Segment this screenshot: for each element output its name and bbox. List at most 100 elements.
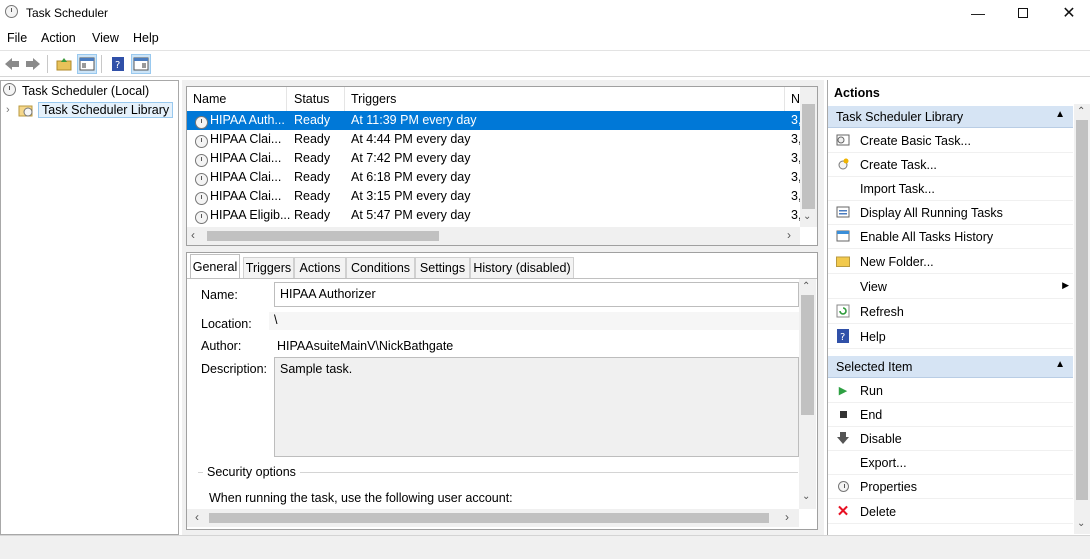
- action-disable[interactable]: Disable: [828, 427, 1073, 451]
- task-trigger: At 5:47 PM every day: [351, 208, 471, 222]
- close-button[interactable]: ✕: [1046, 0, 1090, 26]
- clock-icon: [3, 82, 16, 99]
- forward-button[interactable]: [23, 54, 43, 74]
- action-create-task[interactable]: Create Task...: [828, 153, 1073, 177]
- show-hide-action-pane-button[interactable]: [131, 54, 151, 74]
- console-tree: Task Scheduler (Local) › Task Scheduler …: [0, 80, 179, 535]
- column-header-status[interactable]: Status: [288, 87, 345, 111]
- action-export[interactable]: Export...: [828, 451, 1073, 475]
- scrollbar-thumb[interactable]: [207, 231, 439, 241]
- task-trigger: At 7:42 PM every day: [351, 151, 471, 165]
- chevron-right-icon[interactable]: ›: [787, 228, 791, 242]
- task-list-horizontal-scrollbar[interactable]: ‹ ›: [187, 227, 800, 245]
- tab-triggers[interactable]: Triggers: [243, 257, 294, 278]
- chevron-down-icon[interactable]: ⌄: [802, 491, 810, 502]
- task-row[interactable]: HIPAA Clai... Ready At 3:15 PM every day…: [187, 187, 801, 206]
- action-help[interactable]: ? Help: [828, 325, 1073, 349]
- chevron-up-icon[interactable]: ⌃: [1077, 106, 1085, 117]
- title-bar: Task Scheduler — ✕: [0, 0, 1090, 26]
- column-header-name[interactable]: Name: [187, 87, 287, 111]
- task-row[interactable]: HIPAA Clai... Ready At 7:42 PM every day…: [187, 149, 801, 168]
- action-properties[interactable]: Properties: [828, 475, 1073, 499]
- tree-item-task-scheduler-local[interactable]: Task Scheduler (Local): [3, 81, 149, 100]
- action-display-all-running-tasks[interactable]: Display All Running Tasks: [828, 201, 1073, 225]
- scrollbar-thumb[interactable]: [209, 513, 769, 523]
- task-status: Ready: [294, 189, 331, 203]
- action-end[interactable]: End: [828, 403, 1073, 427]
- tree-item-task-scheduler-library[interactable]: › Task Scheduler Library: [6, 100, 174, 119]
- security-options-legend: Security options: [203, 465, 300, 479]
- action-enable-all-tasks-history[interactable]: Enable All Tasks History: [828, 225, 1073, 249]
- security-account-text: When running the task, use the following…: [209, 491, 513, 505]
- menu-help[interactable]: Help: [133, 31, 159, 45]
- chevron-left-icon[interactable]: ‹: [195, 510, 199, 524]
- chevron-up-icon[interactable]: ⌃: [802, 281, 810, 292]
- task-name: HIPAA Auth...: [210, 113, 285, 127]
- help-toolbar-button[interactable]: ?: [108, 54, 128, 74]
- chevron-left-icon[interactable]: ‹: [191, 228, 195, 242]
- task-name-field[interactable]: HIPAA Authorizer: [274, 282, 799, 307]
- actions-title: Actions: [828, 80, 1090, 104]
- action-run[interactable]: ▶ Run: [828, 379, 1073, 403]
- scrollbar-thumb[interactable]: [802, 104, 815, 209]
- task-row[interactable]: HIPAA Auth... Ready At 11:39 PM every da…: [187, 111, 801, 130]
- tab-history[interactable]: History (disabled): [470, 257, 574, 278]
- help-icon: ?: [836, 329, 850, 343]
- svg-text:?: ?: [115, 60, 120, 71]
- details-horizontal-scrollbar[interactable]: ‹ ›: [187, 509, 799, 527]
- folder-clock-icon: [18, 103, 34, 117]
- task-row[interactable]: HIPAA Eligib... Ready At 5:47 PM every d…: [187, 206, 801, 225]
- menu-view[interactable]: View: [92, 31, 119, 45]
- action-pane-icon: [133, 57, 149, 71]
- properties-icon: [836, 479, 850, 493]
- task-name: HIPAA Clai...: [210, 170, 282, 184]
- scrollbar-thumb[interactable]: [801, 295, 814, 415]
- chevron-right-icon[interactable]: ›: [785, 510, 789, 524]
- task-row[interactable]: HIPAA Clai... Ready At 4:44 PM every day…: [187, 130, 801, 149]
- back-button[interactable]: [2, 54, 22, 74]
- location-value: \: [269, 312, 799, 330]
- chevron-down-icon[interactable]: ⌄: [803, 211, 811, 222]
- action-new-folder[interactable]: New Folder...: [828, 250, 1073, 274]
- tab-settings[interactable]: Settings: [415, 257, 470, 278]
- actions-vertical-scrollbar[interactable]: ⌃ ⌄: [1074, 104, 1090, 534]
- description-field[interactable]: Sample task.: [274, 357, 799, 457]
- task-details-pane: General Triggers Actions Conditions Sett…: [186, 252, 818, 530]
- task-row[interactable]: HIPAA Clai... Ready At 6:18 PM every day…: [187, 168, 801, 187]
- tab-conditions[interactable]: Conditions: [346, 257, 415, 278]
- task-list-vertical-scrollbar[interactable]: ⌄: [800, 87, 817, 227]
- tab-actions[interactable]: Actions: [294, 257, 346, 278]
- menu-action[interactable]: Action: [41, 31, 76, 45]
- task-trigger: At 3:15 PM every day: [351, 189, 471, 203]
- chevron-down-icon[interactable]: ⌄: [1077, 518, 1085, 529]
- section-selected-item[interactable]: Selected Item ▲: [828, 356, 1073, 378]
- collapse-up-icon[interactable]: ▲: [1055, 109, 1065, 120]
- run-icon: ▶: [838, 384, 848, 397]
- minimize-button[interactable]: —: [955, 0, 1001, 26]
- task-name: HIPAA Eligib...: [210, 208, 291, 222]
- chevron-right-icon[interactable]: ›: [6, 104, 18, 116]
- section-task-scheduler-library[interactable]: Task Scheduler Library ▲: [828, 106, 1073, 128]
- menu-bar: File Action View Help: [0, 28, 1090, 50]
- description-label: Description:: [201, 362, 267, 376]
- column-header-triggers[interactable]: Triggers: [345, 87, 785, 111]
- up-folder-button[interactable]: [54, 54, 74, 74]
- action-delete[interactable]: ✕ Delete: [828, 500, 1073, 524]
- tab-general[interactable]: General: [190, 254, 240, 279]
- svg-text:?: ?: [840, 332, 845, 343]
- disable-icon: [836, 431, 850, 445]
- show-hide-console-tree-button[interactable]: [77, 54, 97, 74]
- action-import-task[interactable]: Import Task...: [828, 177, 1073, 201]
- status-bar: [0, 535, 1090, 559]
- action-refresh[interactable]: Refresh: [828, 300, 1073, 324]
- action-create-basic-task[interactable]: Create Basic Task...: [828, 129, 1073, 153]
- author-label: Author:: [201, 339, 242, 353]
- folder-icon: [836, 254, 850, 268]
- task-name: HIPAA Clai...: [210, 132, 282, 146]
- scrollbar-thumb[interactable]: [1076, 120, 1088, 500]
- details-vertical-scrollbar[interactable]: ⌃ ⌄: [799, 279, 816, 509]
- menu-file[interactable]: File: [7, 31, 27, 45]
- collapse-up-icon[interactable]: ▲: [1055, 359, 1065, 370]
- action-view[interactable]: View ▶: [828, 275, 1073, 299]
- maximize-button[interactable]: [1000, 0, 1046, 26]
